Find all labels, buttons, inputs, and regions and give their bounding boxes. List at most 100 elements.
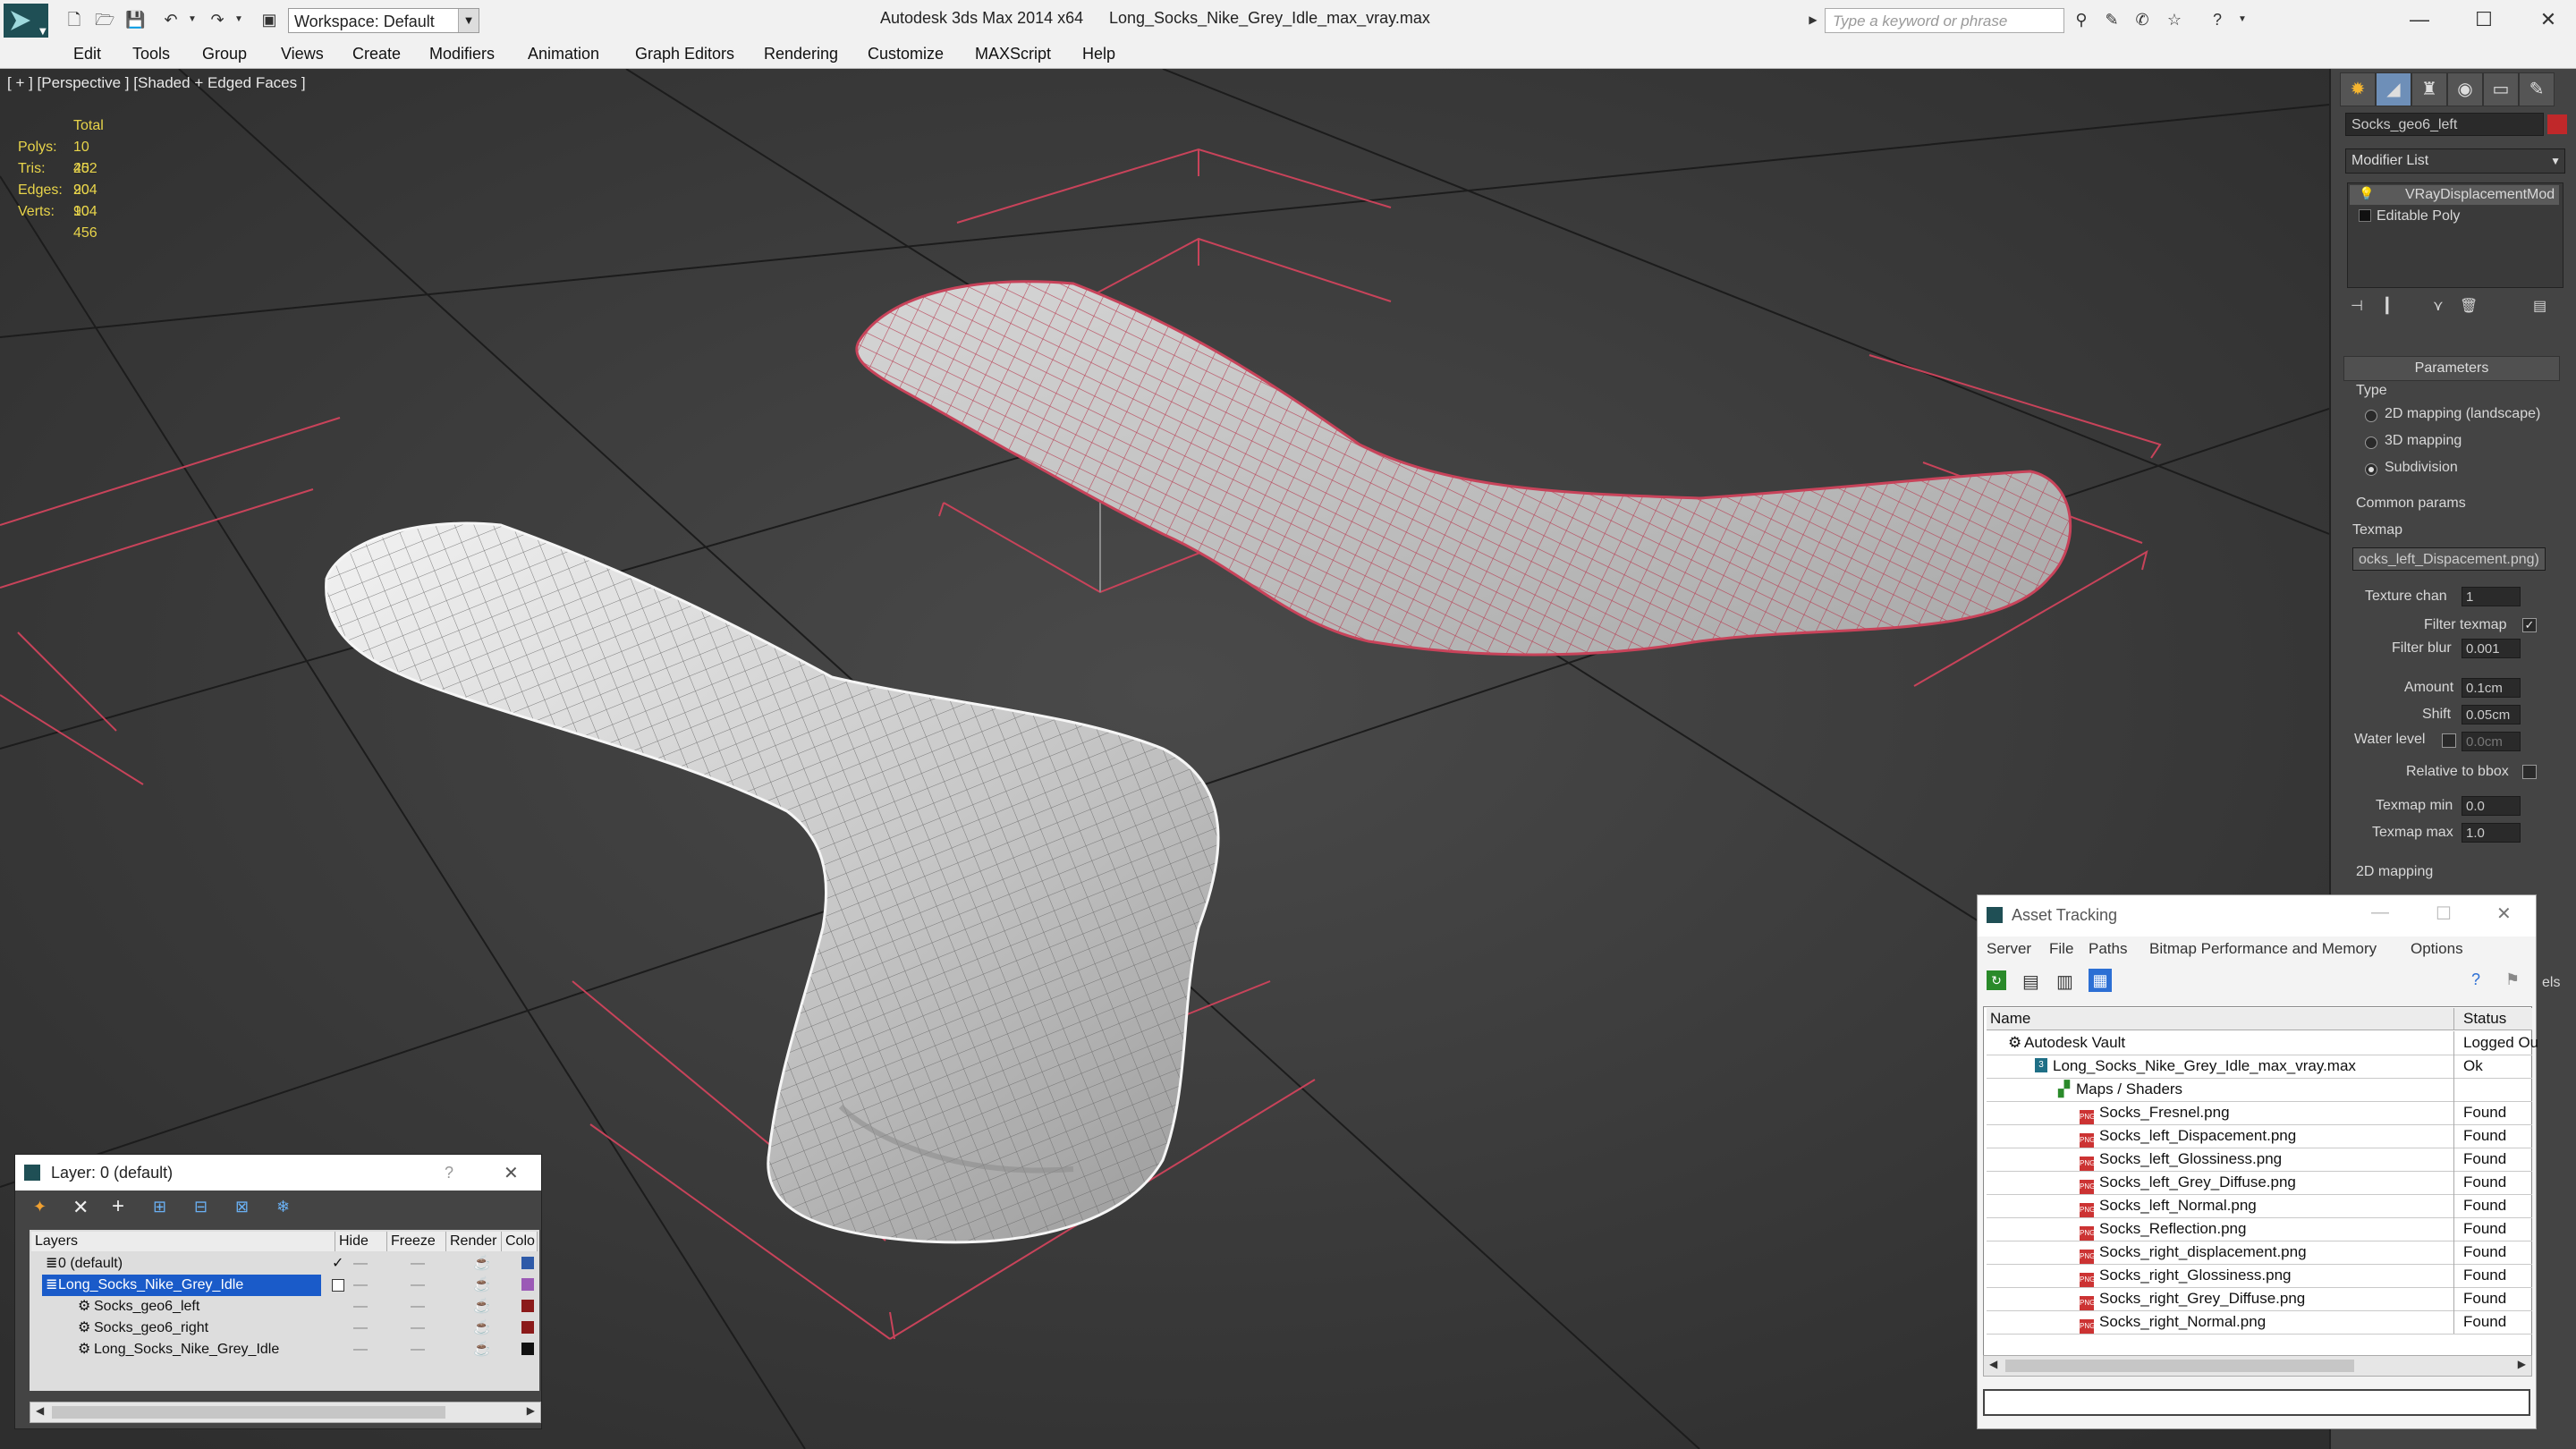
parameters-rollout[interactable]: Parameters bbox=[2343, 356, 2560, 381]
col-layers[interactable]: Layers bbox=[31, 1232, 335, 1251]
close-icon[interactable]: ✕ bbox=[2526, 4, 2571, 36]
filter-texmap-checkbox[interactable]: ✓ bbox=[2522, 618, 2537, 632]
scroll-thumb[interactable] bbox=[52, 1406, 445, 1419]
water-level-checkbox[interactable] bbox=[2442, 733, 2456, 748]
freeze-all-icon[interactable]: ❄ bbox=[276, 1198, 290, 1216]
asset-row[interactable]: ▞ Maps / Shaders bbox=[1987, 1078, 2532, 1102]
close-icon[interactable]: ✕ bbox=[2496, 902, 2512, 925]
asset-row[interactable]: PNG Socks_left_Normal.png Found bbox=[1987, 1194, 2532, 1218]
hide-toggle[interactable]: — bbox=[353, 1253, 368, 1275]
object-name-field[interactable]: Socks_geo6_left bbox=[2345, 113, 2544, 136]
col-color[interactable]: Colo bbox=[502, 1232, 538, 1251]
menu-item-graph-editors[interactable]: Graph Editors bbox=[635, 45, 734, 64]
lightbulb-icon[interactable]: 💡 bbox=[2359, 186, 2374, 201]
redo-icon[interactable]: ↷ bbox=[208, 10, 227, 30]
layer-color-swatch[interactable] bbox=[521, 1321, 534, 1334]
asset-row[interactable]: ⚙ Autodesk Vault Logged Ou bbox=[1987, 1031, 2538, 1055]
asset-horizontal-scrollbar[interactable]: ◀ ▶ bbox=[1983, 1355, 2532, 1377]
menu-item-views[interactable]: Views bbox=[281, 45, 324, 64]
favorites-star-icon[interactable]: ☆ bbox=[2165, 10, 2184, 30]
amount-spinner[interactable]: 0.1cm bbox=[2462, 678, 2521, 698]
asset-path-field[interactable] bbox=[1983, 1389, 2530, 1416]
type-radio-subdivision[interactable] bbox=[2365, 463, 2377, 476]
help-icon[interactable]: ? bbox=[2207, 10, 2227, 30]
menu-item-modifiers[interactable]: Modifiers bbox=[429, 45, 495, 64]
hide-toggle[interactable]: — bbox=[353, 1318, 368, 1339]
highlight-layer-icon[interactable]: ⊟ bbox=[194, 1198, 208, 1216]
asset-row[interactable]: PNG Socks_left_Grey_Diffuse.png Found bbox=[1987, 1171, 2532, 1195]
save-icon[interactable]: 💾 bbox=[125, 10, 145, 30]
open-folder-icon[interactable]: 🗁 bbox=[95, 10, 114, 30]
layer-row-selected[interactable]: ≣ Long_Socks_Nike_Grey_Idle — — ☕ bbox=[31, 1275, 538, 1296]
shift-spinner[interactable]: 0.05cm bbox=[2462, 705, 2521, 724]
layer-horizontal-scrollbar[interactable]: ◀ ▶ bbox=[30, 1402, 541, 1423]
create-tab-icon[interactable]: ✹ bbox=[2340, 72, 2376, 106]
undo-dropdown-icon[interactable]: ▼ bbox=[182, 10, 202, 30]
menu-item-rendering[interactable]: Rendering bbox=[764, 45, 838, 64]
layer-row[interactable]: ⚙ Socks_geo6_left — — ☕ bbox=[31, 1296, 538, 1318]
texmap-max-spinner[interactable]: 1.0 bbox=[2462, 823, 2521, 843]
motion-tab-icon[interactable]: ◉ bbox=[2447, 72, 2483, 106]
plus-expand-icon[interactable] bbox=[2359, 209, 2371, 222]
menu-item-customize[interactable]: Customize bbox=[868, 45, 944, 64]
menu-item-tools[interactable]: Tools bbox=[132, 45, 170, 64]
menu-item-help[interactable]: Help bbox=[1082, 45, 1115, 64]
render-teapot-icon[interactable]: ☕ bbox=[473, 1296, 491, 1318]
current-layer-box[interactable] bbox=[332, 1279, 344, 1292]
project-folder-icon[interactable]: ▣ bbox=[259, 10, 279, 30]
freeze-toggle[interactable]: — bbox=[411, 1275, 425, 1296]
freeze-toggle[interactable]: — bbox=[411, 1318, 425, 1339]
layer-row[interactable]: ⚙ Socks_geo6_right — — ☕ bbox=[31, 1318, 538, 1339]
scroll-left-icon[interactable]: ◀ bbox=[1989, 1358, 1997, 1370]
search-input[interactable]: Type a keyword or phrase bbox=[1825, 8, 2064, 33]
water-level-spinner[interactable]: 0.0cm bbox=[2462, 732, 2521, 751]
modify-tab-icon[interactable]: ◢ bbox=[2376, 72, 2411, 106]
freeze-toggle[interactable]: — bbox=[411, 1296, 425, 1318]
col-freeze[interactable]: Freeze bbox=[387, 1232, 446, 1251]
workspace-dropdown[interactable]: Workspace: Default ▼ bbox=[288, 8, 479, 33]
asset-row[interactable]: PNG Socks_right_Grey_Diffuse.png Found bbox=[1987, 1287, 2532, 1311]
col-render[interactable]: Render bbox=[446, 1232, 502, 1251]
object-color-swatch[interactable] bbox=[2547, 114, 2567, 134]
new-layer-icon[interactable]: ✦ bbox=[33, 1198, 47, 1216]
type-radio-2d[interactable] bbox=[2365, 410, 2377, 422]
asset-menu-options[interactable]: Options bbox=[2411, 940, 2463, 958]
layer-row[interactable]: ≣ 0 (default) ✓ — — ☕ bbox=[31, 1253, 538, 1275]
texmap-button[interactable]: ocks_left_Dispacement.png) bbox=[2352, 547, 2546, 571]
menu-item-animation[interactable]: Animation bbox=[528, 45, 599, 64]
hierarchy-tab-icon[interactable]: ♜ bbox=[2411, 72, 2447, 106]
remove-modifier-icon[interactable]: 🗑 bbox=[2460, 297, 2478, 315]
render-teapot-icon[interactable]: ☕ bbox=[473, 1253, 491, 1275]
tree-view-icon[interactable]: ▥ bbox=[2056, 970, 2073, 993]
asset-row[interactable]: PNG Socks_right_Glossiness.png Found bbox=[1987, 1264, 2532, 1288]
scroll-thumb[interactable] bbox=[2005, 1360, 2354, 1372]
scroll-right-icon[interactable]: ▶ bbox=[527, 1404, 535, 1417]
undo-icon[interactable]: ↶ bbox=[161, 10, 181, 30]
modifier-stack-item[interactable]: 💡 VRayDisplacementMod bbox=[2350, 185, 2559, 205]
asset-menu-file[interactable]: File bbox=[2049, 940, 2073, 958]
hide-toggle[interactable]: — bbox=[353, 1296, 368, 1318]
add-to-layer-icon[interactable]: + bbox=[112, 1194, 124, 1219]
filter-blur-spinner[interactable]: 0.001 bbox=[2462, 639, 2521, 658]
help-dropdown-icon[interactable]: ▼ bbox=[2233, 10, 2252, 30]
scroll-right-icon[interactable]: ▶ bbox=[2518, 1358, 2526, 1370]
asset-row[interactable]: PNG Socks_right_Normal.png Found bbox=[1987, 1310, 2532, 1335]
help-icon[interactable]: ? bbox=[445, 1164, 453, 1182]
render-teapot-icon[interactable]: ☕ bbox=[473, 1275, 491, 1296]
asset-row[interactable]: PNG Socks_Fresnel.png Found bbox=[1987, 1101, 2532, 1125]
layer-color-swatch[interactable] bbox=[521, 1343, 534, 1355]
pin-stack-icon[interactable]: ⊣ bbox=[2351, 297, 2363, 315]
hide-toggle[interactable]: — bbox=[353, 1339, 368, 1360]
relative-bbox-checkbox[interactable] bbox=[2522, 765, 2537, 779]
viewport-label[interactable]: [ + ] [Perspective ] [Shaded + Edged Fac… bbox=[7, 74, 306, 92]
utilities-tab-icon[interactable]: ✎ bbox=[2519, 72, 2555, 106]
layer-color-swatch[interactable] bbox=[521, 1300, 534, 1312]
render-teapot-icon[interactable]: ☕ bbox=[473, 1318, 491, 1339]
delete-layer-icon[interactable]: ✕ bbox=[72, 1196, 89, 1219]
maximize-icon[interactable]: ☐ bbox=[2462, 4, 2506, 36]
close-icon[interactable]: ✕ bbox=[504, 1162, 519, 1184]
type-radio-3d[interactable] bbox=[2365, 436, 2377, 449]
maximize-icon[interactable]: ☐ bbox=[2436, 902, 2452, 925]
make-unique-icon[interactable]: ⋎ bbox=[2433, 297, 2444, 315]
vault-help-icon[interactable]: ? bbox=[2471, 970, 2480, 989]
